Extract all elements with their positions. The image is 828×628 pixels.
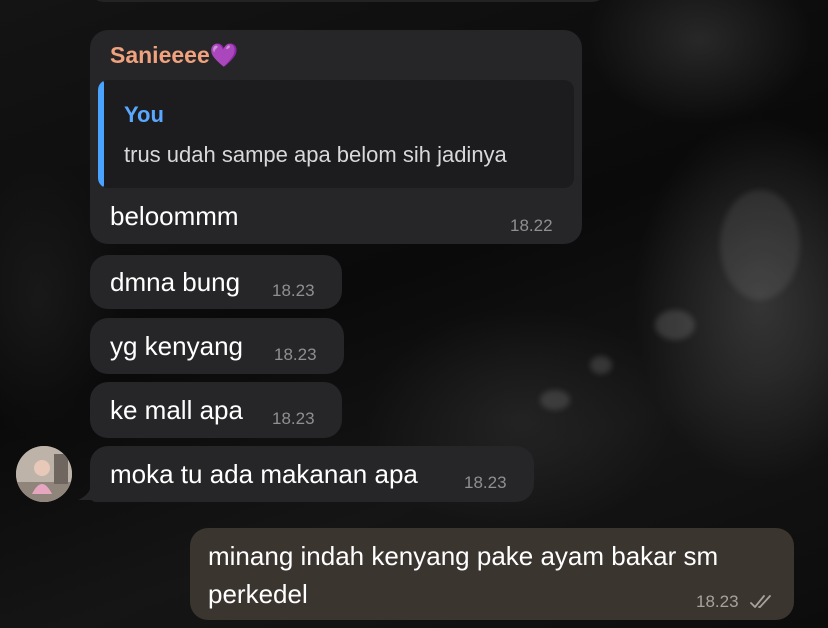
quote-text: trus udah sampe apa belom sih jadinya bbox=[124, 142, 507, 167]
message-time: 18.23 bbox=[272, 281, 315, 300]
message-time: 18.23 bbox=[274, 345, 317, 364]
message-text-line-2: perkedel bbox=[208, 579, 308, 609]
contact-avatar[interactable] bbox=[16, 446, 72, 502]
previous-message-bubble bbox=[88, 0, 608, 2]
wallpaper-highlight bbox=[720, 190, 800, 300]
message-time: 18.23 bbox=[464, 473, 507, 492]
outgoing-message-bubble[interactable]: minang indah kenyang pake ayam bakar sm … bbox=[190, 528, 794, 620]
message-time: 18.23 bbox=[272, 409, 315, 428]
sender-name[interactable]: Sanieeee💜 bbox=[110, 42, 238, 69]
message-text-line-1: minang indah kenyang pake ayam bakar sm bbox=[208, 541, 719, 571]
quote-author: You bbox=[124, 102, 164, 127]
wallpaper-highlight bbox=[590, 356, 612, 374]
double-check-icon bbox=[750, 595, 771, 608]
message-bubble[interactable]: ke mall apa 18.23 bbox=[90, 382, 342, 438]
message-text: ke mall apa bbox=[110, 395, 243, 425]
wallpaper-highlight bbox=[540, 390, 570, 410]
message-time: 18.23 bbox=[696, 592, 739, 611]
message-bubble[interactable]: yg kenyang 18.23 bbox=[90, 318, 344, 374]
avatar-icon bbox=[16, 446, 72, 502]
message-text: dmna bung bbox=[110, 267, 241, 297]
message-text: yg kenyang bbox=[110, 331, 243, 361]
message-bubble[interactable]: dmna bung 18.23 bbox=[90, 255, 342, 309]
message-bubble[interactable]: Sanieeee💜 You trus udah sampe apa belom … bbox=[90, 30, 582, 244]
message-text: moka tu ada makanan apa bbox=[110, 459, 418, 489]
quote-accent-bar bbox=[98, 80, 104, 188]
message-text: beloommm bbox=[110, 201, 239, 231]
message-time: 18.22 bbox=[510, 216, 553, 235]
wallpaper-highlight bbox=[655, 310, 695, 340]
message-bubble[interactable]: moka tu ada makanan apa 18.23 bbox=[90, 446, 534, 502]
reply-quote[interactable]: You trus udah sampe apa belom sih jadiny… bbox=[98, 80, 574, 188]
